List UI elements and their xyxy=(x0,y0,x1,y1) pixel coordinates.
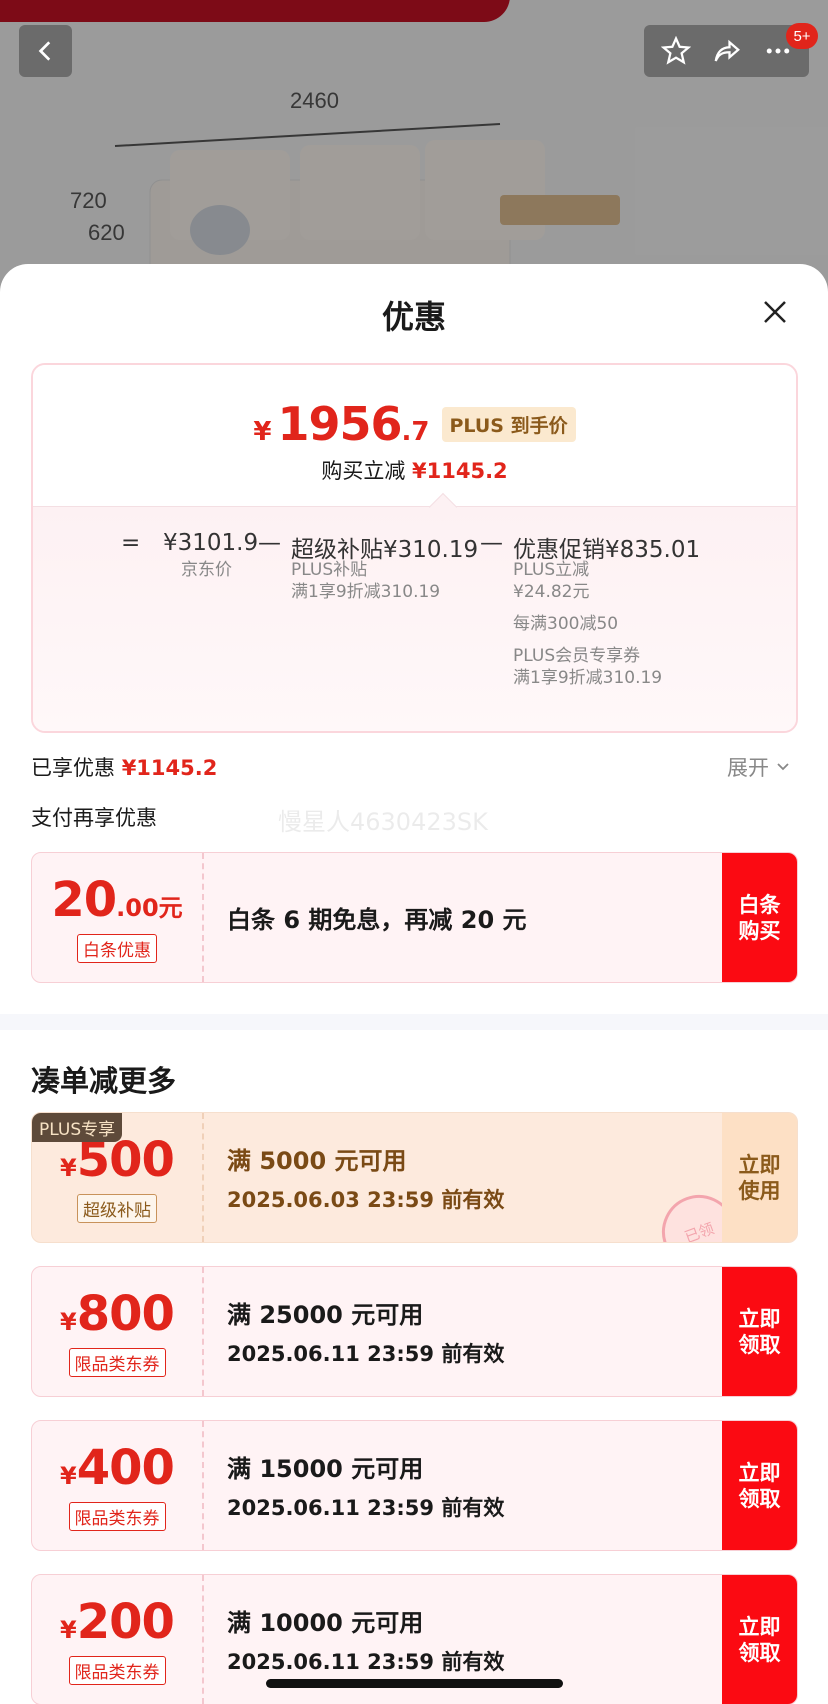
coupon-tag: 限品类东券 xyxy=(68,1656,166,1685)
watermark: 慢星人4630423SK xyxy=(278,808,488,836)
star-icon[interactable] xyxy=(660,36,691,66)
coupon-amount: 20.00 元 xyxy=(51,872,183,928)
coupon-amount-block: ¥200 限品类东券 xyxy=(32,1575,204,1704)
plus-price-tag: PLUS 到手价 xyxy=(441,407,576,442)
share-icon[interactable] xyxy=(712,36,742,66)
final-price-value: 1956.7 xyxy=(277,397,430,451)
close-icon xyxy=(764,301,786,323)
coupon-amount: ¥800 xyxy=(60,1286,175,1342)
coupon-description: 满 15000 元可用 2025.06.11 23:59 前有效 xyxy=(227,1455,505,1520)
currency-symbol: ¥ xyxy=(253,417,272,447)
enjoyed-discount: 已享优惠 ¥1145.2 xyxy=(31,756,218,780)
sheet-title: 优惠 xyxy=(381,298,446,336)
section-divider xyxy=(0,1014,828,1030)
more-discount-title: 凑单减更多 xyxy=(31,1064,177,1098)
coupon-tag: 限品类东券 xyxy=(68,1348,166,1377)
coupon-amount-block: ¥400 限品类东券 xyxy=(32,1421,204,1550)
baitiao-buy-button[interactable]: 白条购买 xyxy=(722,853,797,982)
jd-price: ¥3101.9 xyxy=(163,530,259,556)
purchase-reduction: 购买立减 ¥1145.2 xyxy=(321,459,508,483)
jd-coupon-card: ¥800 限品类东券 满 25000 元可用 2025.06.11 23:59 … xyxy=(31,1266,798,1397)
back-button[interactable] xyxy=(19,25,72,77)
final-price: ¥ 1956.7 PLUS 到手价 xyxy=(33,397,796,451)
coupon-tag: 白条优惠 xyxy=(77,934,157,963)
plus-member-coupon-detail: 满1享9折减310.19 xyxy=(513,668,663,688)
coupon-amount: ¥400 xyxy=(60,1440,175,1496)
minus-sign: — xyxy=(258,530,281,556)
back-arrow-icon xyxy=(38,41,50,61)
coupon-description: 白条 6 期免息，再减 20 元 xyxy=(227,906,527,934)
coupon-tag: 限品类东券 xyxy=(68,1502,166,1531)
plus-exclusive-label: PLUS专享 xyxy=(32,1113,123,1142)
coupon-amount: ¥200 xyxy=(60,1594,175,1650)
product-background: 2460 720 620 5+ xyxy=(0,0,828,300)
price-breakdown-card: ¥ 1956.7 PLUS 到手价 购买立减 ¥1145.2 = ¥3101.9… xyxy=(31,363,798,733)
coupon-description: 满 25000 元可用 2025.06.11 23:59 前有效 xyxy=(227,1301,505,1366)
jd-coupon-card: ¥400 限品类东券 满 15000 元可用 2025.06.11 23:59 … xyxy=(31,1420,798,1551)
minus-sign: — xyxy=(480,530,503,556)
plus-coupon-card: ¥500 超级补贴 PLUS专享 满 5000 元可用 2025.06.03 2… xyxy=(31,1112,798,1243)
full-reduction-rule: 每满300减50 xyxy=(513,614,619,634)
claim-coupon-button[interactable]: 立即领取 xyxy=(722,1267,797,1396)
jd-price-label: 京东价 xyxy=(181,560,232,580)
coupon-amount-block: ¥800 限品类东券 xyxy=(32,1267,204,1396)
plus-subsidy-label: PLUS补贴 xyxy=(291,560,368,580)
chevron-down-icon xyxy=(777,763,789,771)
claim-coupon-button[interactable]: 立即领取 xyxy=(722,1421,797,1550)
coupon-description: 满 5000 元可用 2025.06.03 23:59 前有效 xyxy=(227,1147,505,1212)
close-button[interactable] xyxy=(755,292,795,332)
top-action-bar xyxy=(644,25,809,77)
pay-discount-title: 支付再享优惠 xyxy=(31,806,157,830)
coupon-tag: 超级补贴 xyxy=(77,1194,157,1223)
plus-instant-reduction-value: ¥24.82元 xyxy=(513,582,590,602)
coupon-amount-block: 20.00 元 白条优惠 xyxy=(32,853,204,982)
home-indicator[interactable] xyxy=(266,1679,563,1688)
plus-subsidy-detail: 满1享9折减310.19 xyxy=(291,582,441,602)
equals-sign: = xyxy=(121,530,141,556)
baitiao-coupon: 20.00 元 白条优惠 白条 6 期免息，再减 20 元 白条购买 xyxy=(31,852,798,983)
expand-button[interactable]: 展开 xyxy=(727,752,791,782)
claim-coupon-button[interactable]: 立即领取 xyxy=(722,1575,797,1704)
plus-instant-reduction: PLUS立减 xyxy=(513,560,590,580)
discount-sheet: 优惠 ¥ 1956.7 PLUS 到手价 购买立减 ¥1145.2 = ¥310… xyxy=(0,264,828,1704)
use-now-button[interactable]: 立即使用 xyxy=(722,1113,797,1242)
message-badge: 5+ xyxy=(786,23,818,49)
plus-member-coupon: PLUS会员专享券 xyxy=(513,646,641,666)
